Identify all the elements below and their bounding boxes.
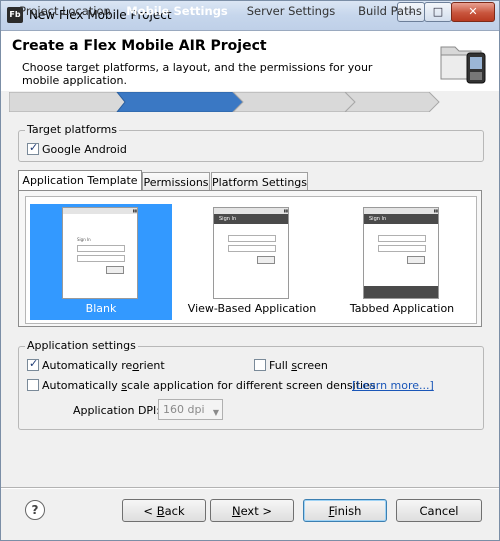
template-name: Blank — [85, 302, 117, 315]
label-text: ack — [164, 504, 185, 518]
wizard-steps — [9, 92, 440, 112]
mnemonic: B — [156, 504, 165, 518]
new-project-dialog: Fb New Flex Mobile Project – □ ✕ Create … — [0, 0, 500, 541]
step-build-paths[interactable]: Build Paths — [351, 1, 429, 21]
preview-field — [228, 235, 276, 242]
cancel-button[interactable]: Cancel — [396, 499, 482, 522]
chevron-down-icon: ▼ — [212, 408, 219, 417]
checkmark-icon: ✓ — [29, 141, 39, 154]
tabbed-preview: ▮▮ Sign In — [363, 207, 439, 299]
close-button[interactable]: ✕ — [451, 2, 495, 22]
finish-button[interactable]: Finish — [303, 499, 387, 522]
preview-field — [77, 245, 125, 252]
template-name: View-Based Application — [187, 302, 317, 315]
label-text: inish — [334, 504, 362, 518]
label-text: Automatically — [42, 379, 122, 392]
template-blank[interactable]: ▮▮ Sign In Blank — [30, 204, 172, 320]
preview-field — [378, 235, 426, 242]
preview-action-bar: Sign In — [214, 214, 288, 224]
next-button[interactable]: Next > — [210, 499, 294, 522]
google-android-label[interactable]: Google Android — [42, 143, 127, 156]
step-mobile-settings[interactable]: Mobile Settings — [123, 1, 231, 21]
label-text: creen — [297, 359, 328, 372]
checkmark-icon: ✓ — [29, 357, 39, 370]
label-text: < — [143, 504, 157, 518]
preview-field — [228, 245, 276, 252]
auto-reorient-checkbox[interactable]: ✓ — [27, 357, 39, 371]
step-project-location[interactable]: Project Location — [9, 1, 121, 21]
wizard-header: Create a Flex Mobile AIR Project Choose … — [1, 31, 499, 91]
template-tabbed[interactable]: ▮▮ Sign In Tabbed Application — [331, 204, 473, 320]
label-text: Full — [269, 359, 292, 372]
tab-platform-settings[interactable]: Platform Settings — [211, 172, 308, 191]
back-button[interactable]: < Back — [122, 499, 206, 522]
template-name: Tabbed Application — [349, 302, 455, 315]
page-description: Choose target platforms, a layout, and t… — [22, 61, 373, 87]
tab-permissions[interactable]: Permissions — [142, 172, 210, 191]
dpi-select[interactable]: 160 dpi ▼ — [158, 399, 223, 420]
mnemonic: N — [231, 504, 241, 518]
preview-tab-bar — [364, 286, 438, 298]
preview-field — [378, 245, 426, 252]
dpi-value: 160 dpi — [163, 403, 205, 416]
preview-action-bar: Sign In — [364, 214, 438, 224]
full-screen-checkbox[interactable] — [254, 359, 266, 371]
preview-button — [407, 256, 425, 264]
template-list: ▮▮ Sign In Blank ▮▮ Sign In View-Based A — [25, 196, 477, 324]
mobile-project-icon — [440, 46, 486, 84]
view-based-preview: ▮▮ Sign In — [213, 207, 289, 299]
label-text: cale application for different screen de… — [127, 379, 376, 392]
label-text: Automatically re — [42, 359, 133, 372]
application-settings-label: Application settings — [25, 339, 138, 352]
button-separator — [1, 487, 499, 489]
preview-button — [106, 266, 124, 274]
dpi-label: Application DPI: — [73, 404, 161, 417]
auto-scale-label[interactable]: Automatically scale application for diff… — [42, 379, 376, 392]
status-bar-icon: ▮▮ — [63, 208, 137, 214]
auto-scale-checkbox[interactable] — [27, 379, 39, 391]
label-text: rient — [139, 359, 165, 372]
label-text: ext > — [240, 504, 273, 518]
page-title: Create a Flex Mobile AIR Project — [12, 38, 267, 54]
full-screen-label[interactable]: Full screen — [269, 359, 328, 372]
step-server-settings[interactable]: Server Settings — [239, 1, 343, 21]
target-platforms-label: Target platforms — [25, 123, 119, 136]
google-android-checkbox[interactable]: ✓ — [27, 141, 39, 155]
signin-text: Sign In — [77, 237, 91, 242]
tab-application-template[interactable]: Application Template — [18, 170, 142, 191]
help-icon[interactable]: ? — [25, 500, 45, 520]
template-view-based[interactable]: ▮▮ Sign In View-Based Application — [181, 204, 323, 320]
preview-button — [257, 256, 275, 264]
application-template-panel: ▮▮ Sign In Blank ▮▮ Sign In View-Based A — [18, 190, 482, 327]
auto-reorient-label[interactable]: Automatically reorient — [42, 359, 165, 372]
learn-more-link[interactable]: [Learn more...] — [352, 379, 434, 392]
preview-field — [77, 255, 125, 262]
blank-preview: ▮▮ Sign In — [62, 207, 138, 299]
